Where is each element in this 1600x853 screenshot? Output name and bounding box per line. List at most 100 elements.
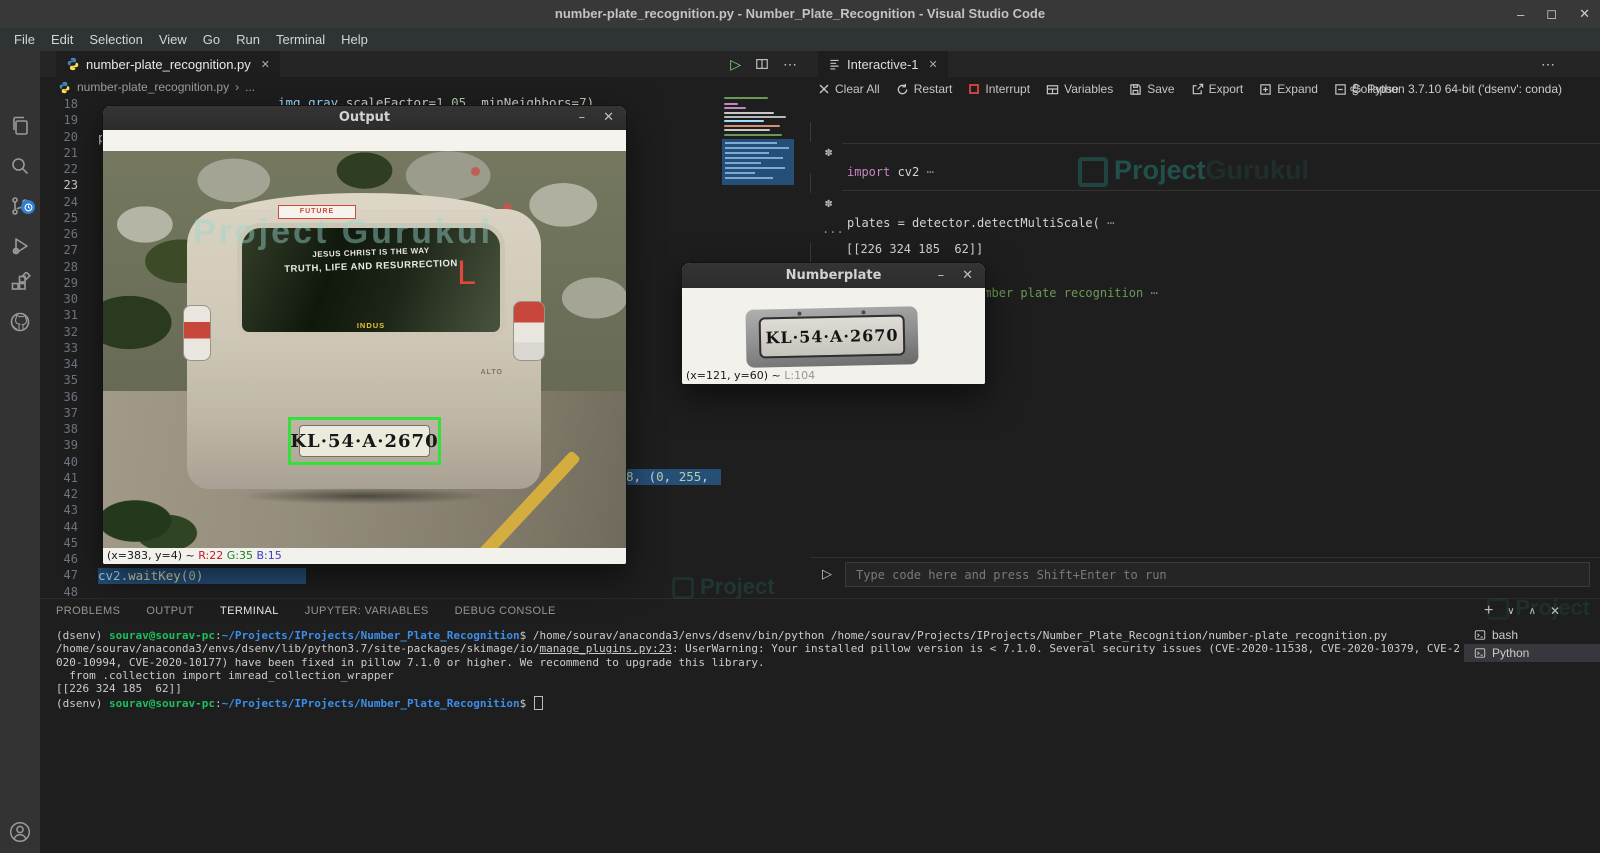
menu-view[interactable]: View — [151, 28, 195, 51]
restart-button[interactable]: Restart — [896, 82, 952, 96]
cell-divider — [842, 143, 1600, 144]
panel-tab-jupyter-variables[interactable]: JUPYTER: VARIABLES — [305, 605, 429, 617]
clear-all-button[interactable]: Clear All — [818, 82, 880, 96]
line-number: 29 — [63, 275, 78, 290]
breadcrumb-file[interactable]: number-plate_recognition.py — [77, 80, 229, 94]
cell-gear-icon[interactable]: ✽ — [825, 142, 832, 162]
variables-button[interactable]: Variables — [1046, 82, 1113, 96]
menu-help[interactable]: Help — [333, 28, 376, 51]
expand-button[interactable]: Expand — [1259, 82, 1318, 96]
line-number: 26 — [63, 227, 78, 241]
interactive-tab-bar: Interactive-1 ✕ ⋯ — [806, 51, 1600, 77]
terminal-icon — [1474, 648, 1486, 658]
account-icon[interactable] — [0, 813, 40, 851]
line-number: 22 — [63, 162, 78, 176]
terminal-list-label: bash — [1492, 628, 1519, 642]
maximize-button[interactable]: ◻ — [1546, 6, 1557, 22]
new-terminal-icon[interactable]: + — [1484, 602, 1493, 620]
kernel-status[interactable]: Python 3.7.10 64-bit ('dsenv': conda) — [1349, 77, 1562, 101]
title-bar: number-plate_recognition.py - Number_Pla… — [0, 0, 1600, 28]
line-number: 23 — [63, 178, 78, 193]
split-editor-icon[interactable] — [755, 57, 769, 71]
terminal-list-item-bash[interactable]: bash — [1464, 626, 1600, 644]
terminal-line: from .collection import imread_collectio… — [56, 668, 394, 682]
tab-interactive-1[interactable]: Interactive-1 ✕ — [818, 51, 948, 77]
export-icon — [1192, 83, 1203, 94]
menu-go[interactable]: Go — [195, 28, 228, 51]
run-cell-icon[interactable]: ▷ — [822, 566, 832, 582]
menu-terminal[interactable]: Terminal — [268, 28, 333, 51]
opencv-output-window[interactable]: Output – ✕ JESUS CHRIST IS THE WAY TRUTH… — [102, 105, 627, 565]
interactive-window-icon — [830, 59, 839, 70]
line-number: 27 — [63, 243, 78, 258]
panel-tab-terminal[interactable]: TERMINAL — [220, 605, 279, 617]
pixel-status-bar: (x=121, y=60) ~ L:104 — [686, 369, 816, 382]
explorer-icon[interactable] — [0, 107, 40, 145]
future-sticker: FUTURE — [278, 205, 356, 219]
interactive-cell-import[interactable]: ✽ import cv2 ⋯ — [810, 122, 1600, 179]
tab-number-plate-recognition[interactable]: number-plate_recognition.py ✕ — [56, 51, 280, 77]
dealer-sticker: INDUS — [356, 321, 386, 330]
line-number: 46 — [63, 552, 78, 566]
line-number: 45 — [63, 535, 78, 550]
tab-close-icon[interactable]: ✕ — [929, 58, 938, 71]
minimize-button[interactable]: – — [1517, 7, 1524, 22]
run-python-file-icon[interactable]: ▷ — [730, 56, 741, 73]
menu-edit[interactable]: Edit — [43, 28, 81, 51]
menu-run[interactable]: Run — [228, 28, 268, 51]
editor-more-actions-icon[interactable]: ⋯ — [783, 56, 798, 73]
line-number: 37 — [63, 405, 78, 420]
breadcrumb[interactable]: number-plate_recognition.py › ... — [40, 77, 806, 97]
interrupt-button[interactable]: Interrupt — [968, 82, 1030, 96]
tab-label: number-plate_recognition.py — [86, 56, 251, 72]
panel-tab-debug-console[interactable]: DEBUG CONSOLE — [455, 605, 556, 617]
interactive-cell-output: ... [[226 324 185 62]] — [810, 199, 1600, 256]
panel-tab-output[interactable]: OUTPUT — [146, 605, 194, 617]
line-number: 43 — [63, 503, 78, 518]
terminal-dropdown-icon[interactable]: ∨ — [1507, 606, 1514, 617]
panel-tab-problems[interactable]: PROBLEMS — [56, 605, 120, 617]
minimize-icon[interactable]: – — [579, 106, 586, 130]
extensions-icon[interactable] — [0, 265, 40, 303]
opencv-numberplate-window[interactable]: Numberplate – ✕ KL·54·A·2670 (x=121, y=6… — [681, 262, 986, 385]
output-collapse-indicator[interactable]: ... — [822, 219, 844, 239]
interactive-cell-comment[interactable]: ✽ # ProjectGurukul Number plate recognit… — [810, 243, 1600, 300]
source-control-icon[interactable] — [0, 187, 40, 225]
close-icon[interactable]: ✕ — [603, 106, 614, 130]
line-number: 36 — [63, 389, 78, 404]
terminal-list: bash Python — [1464, 626, 1600, 662]
terminal-list-item-python[interactable]: Python — [1464, 644, 1600, 662]
close-button[interactable]: ✕ — [1579, 6, 1590, 22]
numberplate-window-titlebar[interactable]: Numberplate – ✕ — [682, 263, 985, 288]
line-number: 24 — [63, 194, 78, 209]
run-debug-icon[interactable] — [0, 227, 40, 265]
close-icon[interactable]: ✕ — [962, 263, 973, 288]
minimize-icon[interactable]: – — [938, 263, 945, 288]
interactive-code-input[interactable] — [845, 562, 1590, 587]
github-icon[interactable] — [0, 303, 40, 341]
line-number: 48 — [63, 584, 78, 599]
terminal-line: /home/sourav/anaconda3/envs/dsenv/lib/py… — [56, 642, 1460, 656]
python-kernel-icon — [1350, 83, 1361, 95]
numberplate-window-title: Numberplate — [785, 268, 882, 283]
breadcrumb-more[interactable]: ... — [245, 80, 255, 94]
menu-selection[interactable]: Selection — [81, 28, 150, 51]
terminal-line: 020-10994, CVE-2020-10177) have been fix… — [56, 655, 765, 669]
save-button[interactable]: Save — [1129, 82, 1175, 96]
minimap[interactable] — [722, 97, 794, 187]
panel-maximize-icon[interactable]: ∧ — [1529, 606, 1536, 617]
search-icon[interactable] — [0, 147, 40, 185]
line-number: 31 — [63, 308, 78, 323]
bottom-panel: PROBLEMS OUTPUT TERMINAL JUPYTER: VARIABLES… — [40, 595, 1600, 853]
line-number: 33 — [63, 340, 78, 355]
interactive-more-actions-icon[interactable]: ⋯ — [1541, 56, 1556, 73]
terminal-output[interactable]: (dsenv) sourav@sourav-pc:~/Projects/IPro… — [56, 629, 1460, 849]
output-window-titlebar[interactable]: Output – ✕ — [103, 106, 626, 130]
menu-file[interactable]: File — [6, 28, 43, 51]
panel-close-icon[interactable]: ✕ — [1550, 604, 1560, 618]
export-button[interactable]: Export — [1191, 82, 1243, 96]
line-number: 30 — [63, 292, 78, 306]
code-line-41: 8, (0, 255, — [620, 469, 721, 485]
tab-close-icon[interactable]: ✕ — [261, 58, 270, 71]
line-number: 25 — [63, 210, 78, 225]
